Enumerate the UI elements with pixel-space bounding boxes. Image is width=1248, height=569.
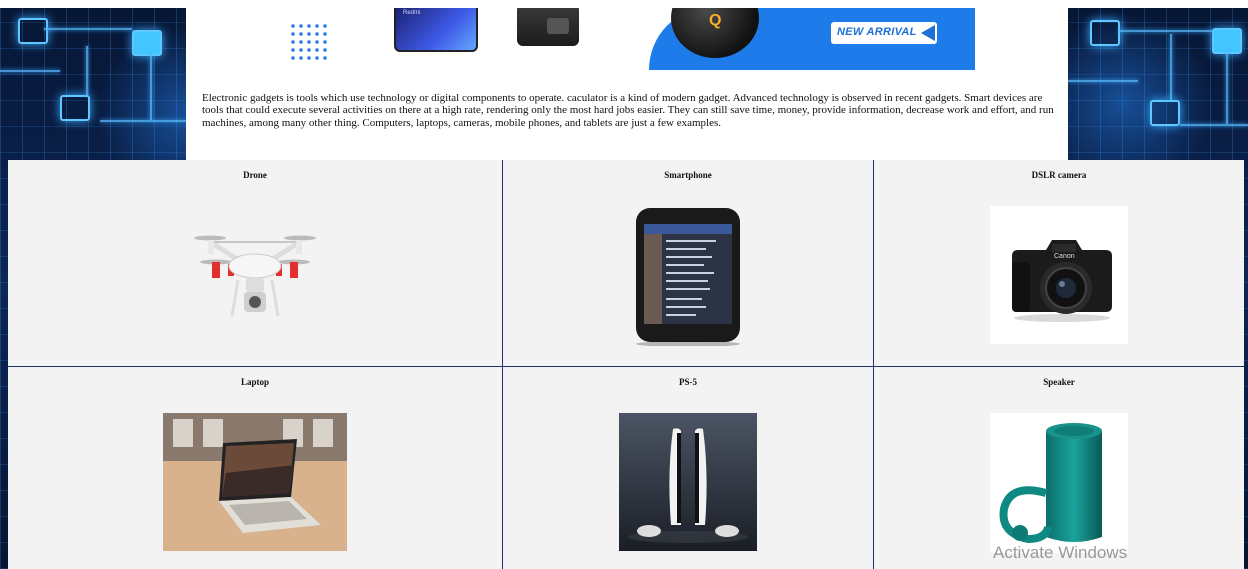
activate-windows-watermark: Activate Windows [993, 543, 1128, 562]
speaker-image[interactable] [990, 413, 1128, 553]
product-title: Speaker [1043, 377, 1075, 387]
phone-brand-label: Redmi [403, 10, 421, 16]
circuit-trace [1180, 124, 1248, 126]
circuit-trace [150, 54, 152, 120]
product-card-ps5[interactable]: PS-5 [503, 367, 873, 569]
product-title: Laptop [240, 377, 269, 387]
chip-icon [132, 30, 162, 56]
product-card-laptop[interactable]: Laptop [8, 367, 502, 569]
dots-pattern [289, 22, 329, 62]
headphone-logo: Q [709, 12, 722, 29]
circuit-trace [44, 28, 132, 30]
laptop-image[interactable] [163, 413, 347, 551]
drone-image[interactable] [190, 224, 320, 324]
dslr-camera-image[interactable]: Canon [990, 206, 1128, 344]
intro-paragraph: Electronic gadgets is tools which use te… [202, 92, 1054, 129]
product-title: Drone [243, 170, 267, 180]
circuit-trace [86, 46, 88, 96]
circuit-trace [1226, 52, 1228, 124]
circuit-trace [0, 70, 60, 72]
chip-icon [1212, 28, 1242, 54]
camera-lens-graphic [547, 18, 569, 34]
product-title: PS-5 [679, 377, 697, 387]
product-title: Smartphone [664, 170, 712, 180]
product-title: DSLR camera [1031, 170, 1087, 180]
product-card-smartphone[interactable]: Smartphone [503, 160, 873, 366]
product-card-speaker[interactable]: Speaker [874, 367, 1244, 569]
product-card-dslr-camera[interactable]: DSLR camera Canon [874, 160, 1244, 366]
product-grid: Drone Smartphone DSLR camera Canon Lapto… [8, 160, 1244, 569]
circuit-trace [100, 120, 186, 122]
smartphone-image[interactable] [632, 206, 744, 346]
circuit-trace [1170, 34, 1172, 100]
circuit-trace [1068, 80, 1138, 82]
chip-icon [60, 95, 90, 121]
new-arrival-badge: NEW ARRIVAL [831, 22, 937, 44]
promo-banner[interactable]: Redmi Q NEW ARRIVAL [279, 8, 975, 70]
content-panel: Redmi Q NEW ARRIVAL Electronic gadgets i… [186, 8, 1068, 160]
svg-text:Canon: Canon [1054, 253, 1075, 260]
new-arrival-text: NEW ARRIVAL [837, 26, 917, 38]
arrow-left-icon [921, 25, 935, 41]
ps5-image[interactable] [619, 413, 757, 551]
chip-icon [1090, 20, 1120, 46]
circuit-trace [1118, 30, 1212, 32]
product-card-drone[interactable]: Drone [8, 160, 502, 366]
chip-icon [1150, 100, 1180, 126]
chip-icon [18, 18, 48, 44]
top-border [0, 0, 1248, 8]
